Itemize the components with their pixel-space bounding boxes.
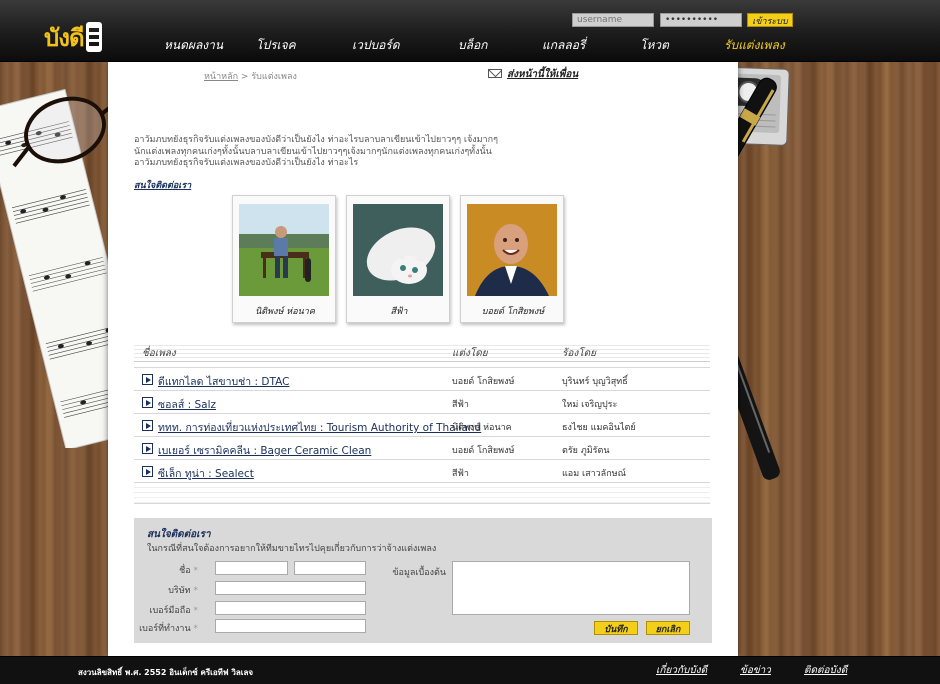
nav-item-gallery[interactable]: แกลลอรี่	[542, 36, 585, 55]
details-label: ข้อมูลเบื้องต้น	[392, 568, 446, 578]
nav-item-project[interactable]: โปรเจค	[256, 36, 296, 55]
song-composer: นิติพงษ์ ห่อนาค	[452, 423, 512, 433]
table-row: ซีเล็ก ทูน่า : Sealect สีฟ้า แอม เสาวลัก…	[134, 460, 710, 483]
footer-link-news[interactable]: ข้อข่าว	[740, 663, 771, 678]
song-title-link[interactable]: ททท. การท่องเที่ยวแห่งประเทศไทย : Touris…	[158, 419, 481, 436]
song-singer: แอม เสาวลักษณ์	[562, 469, 626, 479]
column-header-singer: ร้องโดย	[562, 348, 596, 359]
song-title-link[interactable]: ซีเล็ก ทูน่า : Sealect	[158, 465, 254, 482]
breadcrumb-home-link[interactable]: หน้าหลัก	[204, 72, 238, 82]
cancel-button[interactable]: ยกเลิก	[646, 621, 690, 635]
team-card-nitipong[interactable]: นิติพงษ์ ห่อนาค	[232, 195, 336, 323]
contact-us-link[interactable]: สนใจติดต่อเรา	[134, 178, 191, 192]
intro-line: อาวัมภบทยังธุรกิจรับแต่งเพลงของบังดีว่าเ…	[134, 158, 359, 168]
song-title-link[interactable]: เบเยอร์ เซรามิคคลีน : Bager Ceramic Clea…	[158, 442, 371, 459]
breadcrumb: หน้าหลัก > รับแต่งเพลง	[204, 69, 297, 83]
song-singer: บุรินทร์ บุญวิสุทธิ์	[562, 377, 628, 387]
envelope-icon	[488, 69, 502, 78]
table-empty-row	[134, 483, 710, 504]
team-card-seefah[interactable]: สีฟ้า	[346, 195, 450, 323]
last-name-input[interactable]	[294, 561, 366, 575]
content-paper: หน้าหลัก > รับแต่งเพลง ส่งหน้านี้ให้เพื่…	[108, 62, 738, 656]
footer: สงวนลิขสิทธิ์ พ.ศ. 2552 อินเด็กซ์ ครีเอท…	[0, 656, 940, 684]
play-icon[interactable]	[142, 443, 153, 454]
column-header-composer: แต่งโดย	[452, 348, 488, 359]
logo-text: บังดี	[44, 24, 85, 52]
song-composer: สีฟ้า	[452, 400, 469, 410]
play-icon[interactable]	[142, 420, 153, 431]
song-singer: ใหม่ เจริญปุระ	[562, 400, 618, 410]
login-button[interactable]: เข้าระบบ	[747, 13, 793, 27]
song-composer: บอยด์ โกสิยพงษ์	[452, 377, 515, 387]
contact-form-description: ในกรณีที่สนใจต้องการอยากให้ทีมขายไทรไปคุ…	[147, 544, 437, 554]
copyright-text: สงวนลิขสิทธิ์ พ.ศ. 2552 อินเด็กซ์ ครีเอท…	[78, 668, 254, 677]
play-icon[interactable]	[142, 374, 153, 385]
team-member-name: นิติพงษ์ ห่อนาค	[255, 307, 315, 317]
send-to-friend-link[interactable]: ส่งหน้านี้ให้เพื่อน	[507, 69, 578, 80]
main-navigation: หนดผลงาน โปรเจค เวปบอร์ด บล็อก แกลลอรี่ …	[140, 36, 820, 54]
nav-item-blog[interactable]: บล็อก	[458, 36, 487, 55]
songs-table: ชื่อเพลง แต่งโดย ร้องโดย ดีแทกไลด ไสขาบช…	[134, 342, 710, 504]
team-member-name: บอยด์ โกสิยพงษ์	[481, 307, 545, 317]
play-icon[interactable]	[142, 466, 153, 477]
nav-item-webboard[interactable]: เวปบอร์ด	[352, 36, 400, 55]
table-row: ททท. การท่องเที่ยวแห่งประเทศไทย : Touris…	[134, 414, 710, 437]
company-input[interactable]	[215, 581, 366, 595]
footer-link-about[interactable]: เกี่ยวกับบังดี	[656, 663, 707, 678]
password-input[interactable]	[660, 13, 742, 27]
contact-form: สนใจติดต่อเรา ในกรณีที่สนใจต้องการอยากให…	[134, 518, 712, 643]
table-row: ดีแทกไลด ไสขาบช่า : DTAC บอยด์ โกสิยพงษ์…	[134, 368, 710, 391]
name-label: ชื่อ *	[179, 566, 198, 576]
column-header-title: ชื่อเพลง	[142, 348, 176, 359]
table-row: ซอลส์ : Salz สีฟ้า ใหม่ เจริญปุระ	[134, 391, 710, 414]
nav-item-profile[interactable]: หนดผลงาน	[164, 36, 223, 55]
intro-line: นักแต่งเพลงทุกคนเก่งๆทั้งนั้นบลาบลาเขียน…	[134, 146, 492, 157]
details-textarea[interactable]	[452, 561, 690, 615]
nav-item-songwriting[interactable]: รับแต่งเพลง	[724, 36, 785, 55]
logo-icon	[85, 22, 102, 52]
song-singer: ตรัย ภูมิรัตน	[562, 446, 610, 456]
top-header-bar: บังดี เข้าระบบ หนดผลงาน โปรเจค เวปบอร์ด …	[0, 0, 940, 62]
nav-item-vote[interactable]: โหวต	[640, 36, 669, 55]
company-label: บริษัท *	[168, 586, 198, 596]
song-title-link[interactable]: ดีแทกไลด ไสขาบช่า : DTAC	[158, 373, 289, 390]
intro-text: อาวัมภบทยังธุรกิจรับแต่งเพลงของบังดีว่าเ…	[134, 135, 498, 170]
song-composer: สีฟ้า	[452, 469, 469, 479]
table-row: เบเยอร์ เซรามิคคลีน : Bager Ceramic Clea…	[134, 437, 710, 460]
song-composer: บอยด์ โกสิยพงษ์	[452, 446, 515, 456]
mobile-input[interactable]	[215, 601, 366, 615]
man-on-bench-photo	[239, 204, 329, 296]
breadcrumb-current: รับแต่งเพลง	[251, 72, 297, 82]
play-icon[interactable]	[142, 397, 153, 408]
username-input[interactable]	[572, 13, 654, 27]
office-phone-input[interactable]	[215, 619, 366, 633]
team-card-boyd[interactable]: บอยด์ โกสิยพงษ์	[460, 195, 564, 323]
office-phone-label: เบอร์ที่ทำงาน *	[139, 624, 198, 634]
song-title-link[interactable]: ซอลส์ : Salz	[158, 396, 216, 413]
send-to-friend: ส่งหน้านี้ให้เพื่อน	[488, 67, 578, 82]
contact-form-title: สนใจติดต่อเรา	[147, 529, 211, 540]
song-singer: ธงไชย แมคอินไตย์	[562, 423, 636, 433]
footer-link-contact[interactable]: ติดต่อบังดี	[804, 663, 847, 678]
mobile-label: เบอร์มือถือ *	[149, 606, 198, 616]
intro-line: อาวัมภบทยังธุรกิจรับแต่งเพลงของบังดีว่าเ…	[134, 135, 498, 145]
table-header: ชื่อเพลง แต่งโดย ร้องโดย	[134, 342, 710, 362]
first-name-input[interactable]	[215, 561, 288, 575]
smiling-man-photo	[467, 204, 557, 296]
site-logo[interactable]: บังดี	[44, 18, 102, 57]
team-member-name: สีฟ้า	[390, 307, 408, 317]
submit-button[interactable]: บันทึก	[594, 621, 638, 635]
white-cat-photo	[353, 204, 443, 296]
breadcrumb-separator: >	[240, 72, 249, 82]
